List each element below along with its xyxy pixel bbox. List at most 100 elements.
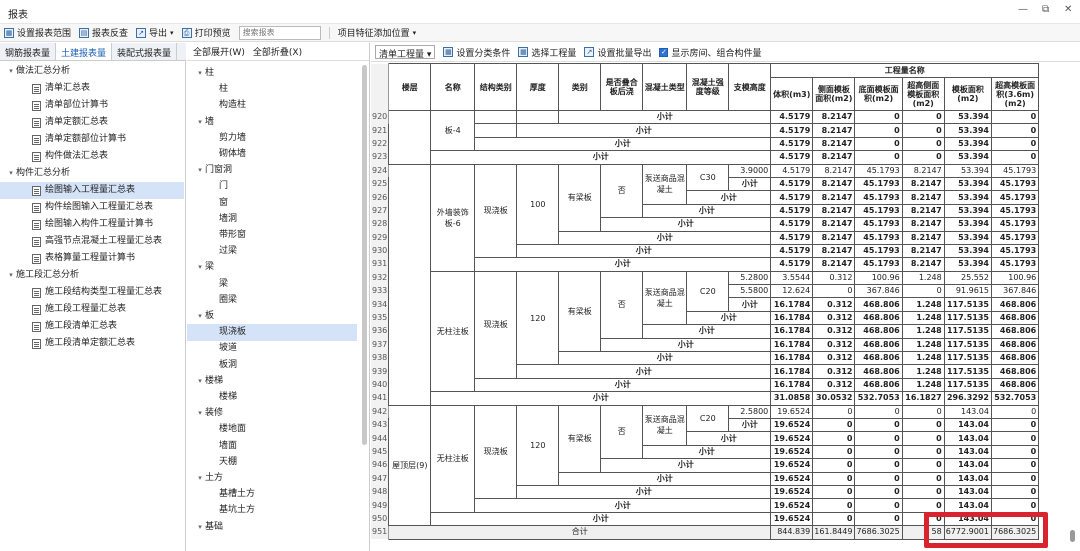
component-group[interactable]: ▾ 柱 bbox=[187, 65, 357, 82]
set-classification-button[interactable]: ▦ 设置分类条件 bbox=[443, 46, 510, 59]
report-item[interactable]: 绘图输入工程量汇总表 bbox=[0, 182, 184, 199]
component-item[interactable]: 现浇板 bbox=[187, 324, 357, 342]
collapse-all-button[interactable]: 全部折叠(X) bbox=[253, 45, 302, 58]
component-group[interactable]: ▾ 装修 bbox=[187, 405, 357, 422]
report-item[interactable]: 构件绘图输入工程量汇总表 bbox=[0, 199, 184, 216]
table-scrollbar[interactable] bbox=[1070, 530, 1075, 542]
tab-prefab[interactable]: 装配式报表量 bbox=[112, 43, 178, 60]
col-qty[interactable]: 体积(m3) bbox=[770, 77, 814, 111]
component-group[interactable]: ▾ 门窗洞 bbox=[187, 162, 357, 179]
component-group[interactable]: ▾ 墙 bbox=[187, 114, 357, 131]
table-row[interactable]: 920 板-4 小计 4.5179 8.2147 0 0 53.394 0 bbox=[371, 109, 1040, 165]
table-row[interactable]: 924 外墙装饰板-6 现浇板 100 有梁板否泵送商品混凝土 C30 3.9000 4.51… bbox=[371, 163, 1040, 406]
batch-export-button[interactable]: ↗ 设置批量导出 bbox=[584, 46, 651, 59]
report-group[interactable]: ▾ 施工段汇总分析 bbox=[0, 267, 184, 284]
component-item[interactable]: 基坑土方 bbox=[187, 502, 357, 519]
component-group[interactable]: ▾ 楼梯 bbox=[187, 373, 357, 390]
set-report-range-button[interactable]: ▦ 设置报表范围 bbox=[4, 26, 71, 39]
location-dropdown[interactable]: 项目特征添加位置 ▾ bbox=[338, 26, 417, 40]
expand-arrow-icon[interactable]: ▾ bbox=[195, 373, 205, 390]
report-item[interactable]: 表格算量工程量计算书 bbox=[0, 250, 184, 267]
show-rooms-checkbox[interactable]: ✓ 显示房间、组合构件量 bbox=[659, 46, 761, 59]
report-item[interactable]: 清单定额汇总表 bbox=[0, 114, 184, 131]
col-composite[interactable]: 是否叠合板后浇 bbox=[600, 63, 644, 111]
col-qty[interactable]: 底面模板面积(m2) bbox=[854, 77, 903, 111]
report-group[interactable]: ▾ 构件汇总分析 bbox=[0, 165, 184, 182]
component-item[interactable]: 板洞 bbox=[187, 357, 357, 374]
col-qty[interactable]: 超高侧面模板面积(m2) bbox=[901, 77, 945, 111]
expand-arrow-icon[interactable]: ▾ bbox=[195, 308, 205, 325]
col-qty[interactable]: 侧面模板面积(m2) bbox=[812, 77, 856, 111]
restore-icon[interactable]: ⧉ bbox=[1042, 4, 1049, 15]
close-icon[interactable]: ✕ bbox=[1064, 4, 1072, 15]
component-item[interactable]: 楼梯 bbox=[187, 389, 357, 406]
component-item[interactable]: 门 bbox=[187, 178, 357, 195]
col-concrete-grade[interactable]: 混凝土强度等级 bbox=[686, 63, 730, 111]
component-tree-scrollbar[interactable] bbox=[362, 65, 367, 445]
component-item[interactable]: 天棚 bbox=[187, 454, 357, 471]
report-item[interactable]: 施工段清单定额汇总表 bbox=[0, 335, 184, 352]
component-item[interactable]: 圈梁 bbox=[187, 292, 357, 309]
select-quantity-button[interactable]: ▦ 选择工程量 bbox=[518, 46, 576, 59]
col-formwork-height[interactable]: 支模高度 bbox=[728, 63, 772, 111]
expand-arrow-icon[interactable]: ▾ bbox=[195, 519, 205, 536]
component-item[interactable]: 剪力墙 bbox=[187, 130, 357, 147]
table-row[interactable]: 923 小计 4.5179 8.2147 0 0 53.394 0 bbox=[371, 150, 1040, 165]
export-button[interactable]: ↗ 导出 ▾ bbox=[136, 26, 174, 39]
col-qty[interactable]: 模板面积(m2) bbox=[943, 77, 992, 111]
quantity-type-dropdown[interactable]: 清单工程量 ▾ bbox=[375, 45, 436, 60]
component-group[interactable]: ▾ 板 bbox=[187, 308, 357, 325]
component-item[interactable]: 带形窗 bbox=[187, 227, 357, 244]
report-group[interactable]: ▾ 做法汇总分析 bbox=[0, 63, 184, 80]
col-qty[interactable]: 超高模板面积(3.6m)(m2) bbox=[990, 77, 1040, 111]
col-name[interactable]: 名称 bbox=[430, 63, 476, 111]
expand-arrow-icon[interactable]: ▾ bbox=[195, 162, 205, 179]
expand-arrow-icon[interactable]: ▾ bbox=[195, 114, 205, 131]
table-row[interactable]: 932 无柱注板 现浇板 120 有梁板否泵送商品混凝土 C20 5.2800 3.5544 0… bbox=[371, 270, 1040, 393]
col-struct[interactable]: 结构类别 bbox=[474, 63, 518, 111]
expand-arrow-icon[interactable]: ▾ bbox=[195, 405, 205, 422]
component-item[interactable]: 梁 bbox=[187, 276, 357, 293]
report-item[interactable]: 施工段工程量汇总表 bbox=[0, 301, 184, 318]
expand-arrow-icon[interactable]: ▾ bbox=[6, 63, 16, 80]
col-floor[interactable]: 楼层 bbox=[388, 63, 432, 111]
col-category[interactable]: 类别 bbox=[558, 63, 602, 111]
report-search-input[interactable] bbox=[238, 25, 321, 40]
report-item[interactable]: 清单定额部位计算书 bbox=[0, 131, 184, 148]
table-row[interactable]: 942 屋顶层(9) 无柱注板 现浇板 120 有梁板否泵送商品混凝土 C20 2.5800 1… bbox=[371, 404, 1040, 527]
report-item[interactable]: 高强节点混凝土工程量汇总表 bbox=[0, 233, 184, 250]
component-item[interactable]: 柱 bbox=[187, 81, 357, 98]
report-item[interactable]: 绘图输入构件工程量计算书 bbox=[0, 216, 184, 233]
col-concrete-type[interactable]: 混凝土类型 bbox=[642, 63, 688, 111]
component-item[interactable]: 坡道 bbox=[187, 340, 357, 357]
expand-arrow-icon[interactable]: ▾ bbox=[195, 65, 205, 82]
component-item[interactable]: 楼地面 bbox=[187, 421, 357, 438]
component-item[interactable]: 墙面 bbox=[187, 438, 357, 455]
report-item[interactable]: 清单部位计算书 bbox=[0, 97, 184, 114]
tab-civil[interactable]: 土建报表量 bbox=[56, 43, 113, 60]
component-item[interactable]: 构造柱 bbox=[187, 97, 357, 114]
report-item[interactable]: 构件做法汇总表 bbox=[0, 148, 184, 165]
report-item[interactable]: 施工段结构类型工程量汇总表 bbox=[0, 284, 184, 301]
expand-arrow-icon[interactable]: ▾ bbox=[6, 267, 16, 284]
component-group[interactable]: ▾ 基础 bbox=[187, 519, 357, 536]
report-item[interactable]: 施工段清单汇总表 bbox=[0, 318, 184, 335]
component-item[interactable]: 砌体墙 bbox=[187, 146, 357, 163]
component-item[interactable]: 基槽土方 bbox=[187, 486, 357, 503]
tab-rebar[interactable]: 钢筋报表量 bbox=[0, 43, 57, 60]
report-lookup-button[interactable]: ▤ 报表反查 bbox=[79, 26, 128, 39]
col-thick[interactable]: 厚度 bbox=[516, 63, 560, 111]
component-group[interactable]: ▾ 梁 bbox=[187, 259, 357, 276]
component-item[interactable]: 过梁 bbox=[187, 243, 357, 260]
expand-arrow-icon[interactable]: ▾ bbox=[195, 470, 205, 487]
table-row[interactable]: 941 小计 31.0858 30.0532 532.7053 16.1827 296.32… bbox=[371, 391, 1040, 406]
component-group[interactable]: ▾ 土方 bbox=[187, 470, 357, 487]
component-item[interactable]: 墙洞 bbox=[187, 211, 357, 228]
component-item[interactable]: 窗 bbox=[187, 195, 357, 212]
minimize-icon[interactable]: — bbox=[1018, 4, 1028, 15]
report-item[interactable]: 清单汇总表 bbox=[0, 80, 184, 97]
expand-all-button[interactable]: 全部展开(W) bbox=[193, 45, 245, 58]
expand-arrow-icon[interactable]: ▾ bbox=[6, 165, 16, 182]
expand-arrow-icon[interactable]: ▾ bbox=[195, 259, 205, 276]
print-preview-button[interactable]: ⎙ 打印预览 bbox=[181, 26, 231, 39]
